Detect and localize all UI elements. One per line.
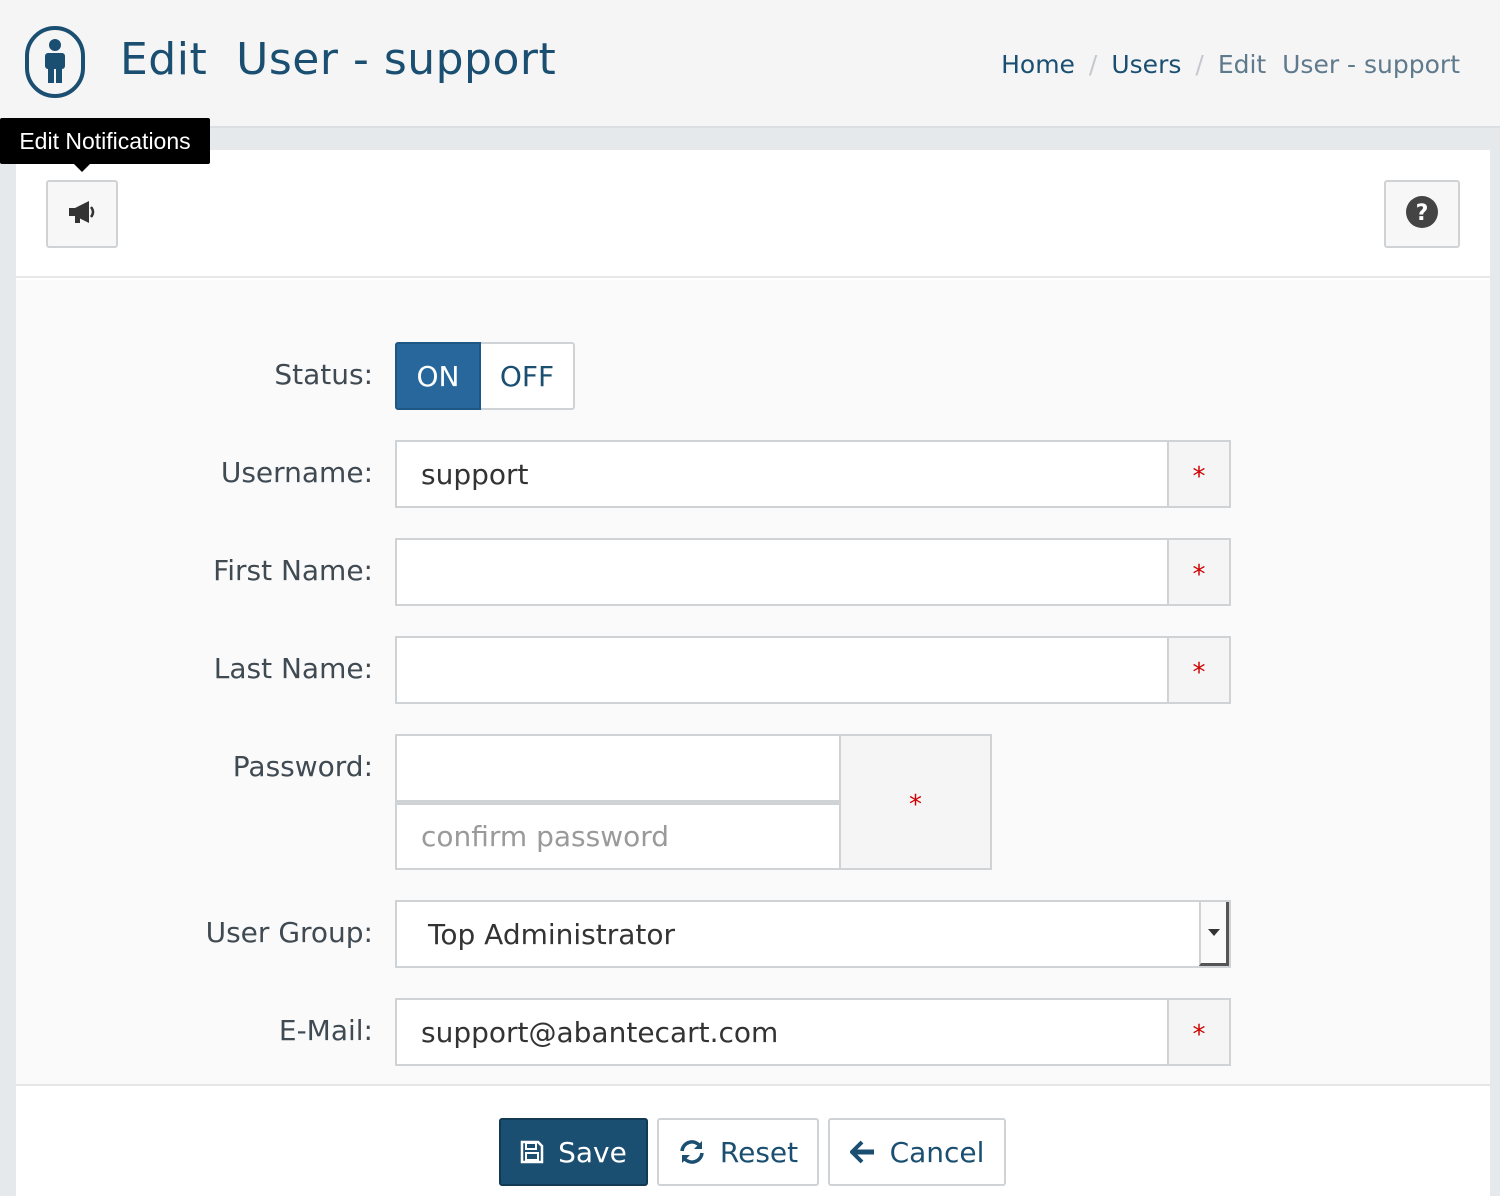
chevron-down-icon[interactable] xyxy=(1199,902,1229,966)
first-name-group: * xyxy=(395,538,1231,606)
first-name-label: First Name: xyxy=(213,554,373,587)
password-group: * xyxy=(395,734,992,870)
last-name-label: Last Name: xyxy=(213,652,373,685)
arrow-left-icon xyxy=(849,1140,876,1164)
username-group: * xyxy=(395,440,1231,508)
user-group-select[interactable]: Top Administrator xyxy=(395,900,1231,968)
password-input[interactable] xyxy=(395,734,841,802)
last-name-group: * xyxy=(395,636,1231,704)
user-icon xyxy=(25,26,85,98)
page-header: Edit User - support Home / Users / Edit … xyxy=(0,0,1500,128)
email-required-addon: * xyxy=(1169,998,1231,1066)
edit-notifications-tooltip: Edit Notifications xyxy=(0,118,210,164)
username-required-addon: * xyxy=(1169,440,1231,508)
required-asterisk: * xyxy=(909,790,922,820)
status-toggle[interactable]: ON OFF xyxy=(395,342,575,410)
email-label: E-Mail: xyxy=(278,1014,373,1047)
save-button[interactable]: Save xyxy=(499,1118,648,1186)
last-name-input[interactable] xyxy=(395,636,1169,704)
status-label: Status: xyxy=(274,358,373,391)
help-button[interactable]: ? xyxy=(1384,180,1460,248)
user-form: Status: ON OFF Username: * First Name: *… xyxy=(16,280,1490,1086)
required-asterisk: * xyxy=(1192,560,1206,590)
first-name-required-addon: * xyxy=(1169,538,1231,606)
breadcrumb-separator: / xyxy=(1088,50,1098,79)
required-asterisk: * xyxy=(1192,658,1206,688)
save-icon xyxy=(520,1140,544,1164)
username-input[interactable] xyxy=(395,440,1169,508)
panel-toolbar: ? xyxy=(16,150,1490,278)
password-label: Password: xyxy=(232,750,373,783)
reset-button[interactable]: Reset xyxy=(657,1118,819,1186)
confirm-password-input[interactable] xyxy=(395,802,841,870)
required-asterisk: * xyxy=(1192,462,1206,492)
password-required-addon: * xyxy=(841,734,992,870)
breadcrumb-separator: / xyxy=(1195,50,1204,79)
email-group: * xyxy=(395,998,1231,1066)
required-asterisk: * xyxy=(1192,1020,1206,1050)
question-circle-icon: ? xyxy=(1405,195,1439,233)
page-title: Edit User - support xyxy=(120,34,557,85)
user-group-label: User Group: xyxy=(205,916,373,949)
last-name-required-addon: * xyxy=(1169,636,1231,704)
edit-notifications-button[interactable] xyxy=(46,180,118,248)
breadcrumb: Home / Users / Edit User - support xyxy=(1001,50,1460,79)
cancel-button-label: Cancel xyxy=(889,1135,985,1169)
first-name-input[interactable] xyxy=(395,538,1169,606)
reset-button-label: Reset xyxy=(719,1135,799,1169)
breadcrumb-users-link[interactable]: Users xyxy=(1111,50,1181,79)
username-label: Username: xyxy=(220,456,373,489)
password-fields xyxy=(395,734,841,870)
svg-text:?: ? xyxy=(1416,201,1429,226)
refresh-icon xyxy=(678,1139,706,1165)
cancel-button[interactable]: Cancel xyxy=(828,1118,1006,1186)
status-off-option[interactable]: OFF xyxy=(481,342,575,410)
bullhorn-icon xyxy=(67,199,97,229)
email-input[interactable] xyxy=(395,998,1169,1066)
breadcrumb-current: Edit User - support xyxy=(1217,50,1460,79)
tooltip-arrow xyxy=(72,162,92,172)
edit-user-panel: ? Status: ON OFF Username: * First Name:… xyxy=(16,150,1490,1196)
user-group-selected-value: Top Administrator xyxy=(428,917,676,951)
form-actions: Save Reset Cancel xyxy=(16,1088,1490,1196)
status-on-option[interactable]: ON xyxy=(395,342,481,410)
save-button-label: Save xyxy=(558,1135,627,1169)
breadcrumb-home-link[interactable]: Home xyxy=(1001,50,1075,79)
